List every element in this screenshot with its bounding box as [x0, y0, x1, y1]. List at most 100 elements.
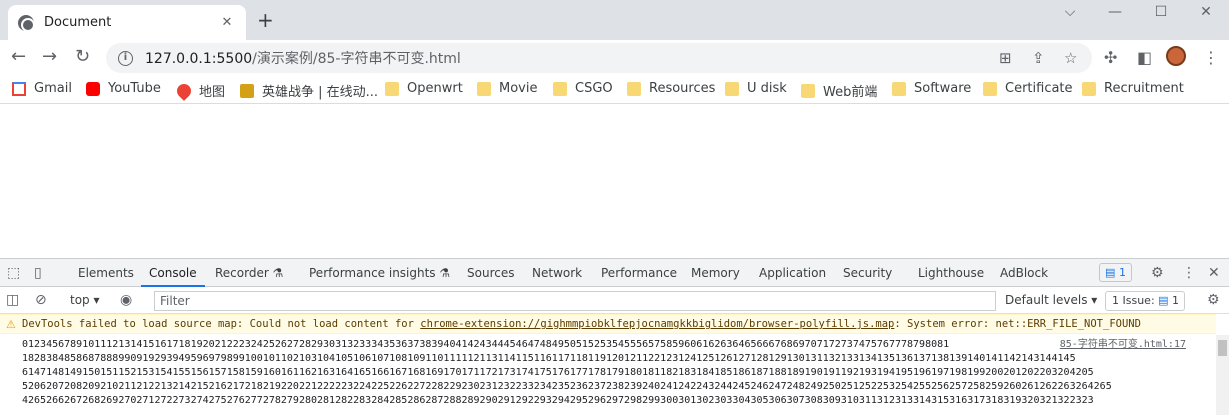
close-tab-icon[interactable]: ✕ — [218, 15, 236, 30]
bookmark-recruitment[interactable]: Recruitment — [1082, 81, 1184, 96]
warning-icon: ⚠ — [6, 318, 16, 331]
address-bar[interactable]: i 127.0.0.1:5500/演示案例/85-字符串不可变.html ⊞ ⇪… — [106, 43, 1092, 73]
folder-icon — [627, 82, 641, 96]
log-line: 4265266267268269270271272273274275276277… — [22, 395, 1094, 406]
tab-security[interactable]: Security — [843, 266, 892, 280]
more-icon[interactable]: ⋮ — [1182, 265, 1196, 281]
live-expression-icon[interactable]: ◉ — [120, 292, 132, 308]
globe-icon — [18, 14, 35, 32]
game-icon — [240, 83, 254, 98]
tab-performance-insights[interactable]: Performance insights ⚗ — [309, 266, 450, 280]
bookmark-label: 地图 — [199, 85, 226, 100]
tab-search-icon[interactable]: ⌵ — [1047, 4, 1093, 20]
folder-icon — [801, 84, 815, 98]
reload-icon[interactable]: ↻ — [75, 48, 90, 66]
console-toolbar: ◫ ⊘ top ▾ ◉ Filter Default levels ▾ 1 Is… — [0, 287, 1229, 314]
bookmark-label: Recruitment — [1104, 81, 1184, 96]
tab-adblock[interactable]: AdBlock — [1000, 266, 1048, 280]
bookmark-udisk[interactable]: U disk — [725, 81, 787, 96]
bookmark-label: U disk — [747, 81, 787, 96]
warning-rest: : System error: net::ERR_FILE_NOT_FOUND — [894, 318, 1141, 330]
close-window-button[interactable]: ✕ — [1183, 4, 1229, 20]
scrollbar-thumb[interactable] — [1218, 340, 1227, 356]
maps-icon — [174, 80, 194, 101]
messages-badge[interactable]: ▤ 1 — [1099, 263, 1132, 282]
back-icon[interactable]: ← — [11, 48, 26, 66]
close-devtools-icon[interactable]: ✕ — [1208, 265, 1220, 281]
settings-icon[interactable]: ⚙ — [1151, 265, 1164, 281]
devtools-tabs: ⬚ ▯ Elements Console Recorder ⚗ Performa… — [0, 259, 1229, 287]
sidebar-toggle-icon[interactable]: ◫ — [6, 292, 19, 308]
bookmarks-bar: Gmail YouTube 地图 英雄战争 | 在线动... Openwrt M… — [0, 76, 1229, 104]
tab-sources[interactable]: Sources — [467, 266, 514, 280]
clear-console-icon[interactable]: ⊘ — [35, 292, 47, 308]
console-settings-icon[interactable]: ⚙ — [1207, 292, 1220, 308]
browser-window: Document ✕ + ⌵ — ☐ ✕ ← → ↻ i 127.0.0.1:5… — [0, 0, 1229, 415]
tab-title: Document — [44, 15, 112, 30]
maximize-button[interactable]: ☐ — [1138, 4, 1184, 20]
bookmark-label: Web前端 — [823, 85, 878, 100]
site-info-icon[interactable]: i — [118, 50, 133, 66]
bookmark-star-icon[interactable]: ☆ — [1064, 49, 1077, 67]
new-tab-button[interactable]: + — [257, 10, 274, 30]
bookmark-youtube[interactable]: YouTube — [86, 81, 161, 96]
bookmark-maps[interactable]: 地图 — [174, 80, 226, 101]
bookmark-csgo[interactable]: CSGO — [553, 81, 613, 96]
tab-console[interactable]: Console — [141, 266, 205, 287]
tab-lighthouse[interactable]: Lighthouse — [918, 266, 984, 280]
console-scrollbar[interactable] — [1216, 335, 1229, 415]
tab-application[interactable]: Application — [759, 266, 826, 280]
translate-icon[interactable]: ⊞ — [999, 49, 1012, 67]
tab-elements[interactable]: Elements — [78, 266, 134, 280]
tab-performance[interactable]: Performance — [601, 266, 677, 280]
side-panel-icon[interactable]: ◧ — [1137, 48, 1152, 67]
issues-label: 1 Issue: — [1112, 294, 1159, 307]
console-log: 0123456789101112131415161718192021222324… — [0, 335, 1216, 415]
log-line: 1828384858687888990919293949596979899100… — [22, 353, 1076, 364]
toolbar: ← → ↻ i 127.0.0.1:5500/演示案例/85-字符串不可变.ht… — [0, 40, 1229, 76]
bookmark-game[interactable]: 英雄战争 | 在线动... — [240, 81, 378, 100]
tab-recorder[interactable]: Recorder ⚗ — [215, 266, 283, 280]
filter-input[interactable]: Filter — [154, 291, 996, 311]
log-levels-dropdown[interactable]: Default levels ▾ — [1005, 293, 1097, 307]
bookmark-label: YouTube — [108, 81, 161, 96]
bookmark-label: CSGO — [575, 81, 613, 96]
inspect-icon[interactable]: ⬚ — [7, 265, 20, 281]
forward-icon[interactable]: → — [42, 48, 57, 66]
warning-link[interactable]: chrome-extension://gighmmpiobklfepjocnam… — [420, 318, 894, 330]
profile-avatar[interactable] — [1166, 46, 1186, 66]
page-content — [0, 104, 1229, 258]
bookmark-movie[interactable]: Movie — [477, 81, 537, 96]
folder-icon — [385, 82, 399, 96]
tab-document[interactable]: Document ✕ — [8, 5, 246, 40]
log-line: 6147148149150151152153154155156157158159… — [22, 367, 1094, 378]
issues-button[interactable]: 1 Issue: ▤ 1 — [1105, 291, 1185, 311]
bookmark-label: Gmail — [34, 81, 72, 96]
tab-memory[interactable]: Memory — [691, 266, 740, 280]
bookmark-openwrt[interactable]: Openwrt — [385, 81, 463, 96]
minimize-button[interactable]: — — [1092, 4, 1138, 20]
messages-count: 1 — [1118, 266, 1126, 279]
gmail-icon — [12, 81, 26, 96]
log-source-link[interactable]: 85-字符串不可变.html:17 — [1053, 338, 1186, 352]
tab-strip: Document ✕ + ⌵ — ☐ ✕ — [0, 0, 1229, 40]
bookmark-resources[interactable]: Resources — [627, 81, 715, 96]
bookmark-label: Movie — [499, 81, 538, 96]
issues-count: 1 — [1172, 294, 1180, 307]
bookmark-gmail[interactable]: Gmail — [12, 81, 72, 96]
bookmark-web[interactable]: Web前端 — [801, 81, 877, 100]
extensions-icon[interactable]: ✣ — [1104, 48, 1117, 67]
url-text[interactable]: 127.0.0.1:5500/演示案例/85-字符串不可变.html — [145, 48, 461, 68]
bookmark-software[interactable]: Software — [892, 81, 971, 96]
bookmark-certificate[interactable]: Certificate — [983, 81, 1073, 96]
url-host: 127.0.0.1:5500 — [145, 51, 253, 67]
device-toolbar-icon[interactable]: ▯ — [34, 265, 42, 281]
bookmark-label: Certificate — [1005, 81, 1073, 96]
folder-icon — [1082, 82, 1096, 96]
bookmark-label: Openwrt — [407, 81, 463, 96]
bookmark-label: Software — [914, 81, 972, 96]
menu-icon[interactable]: ⋮ — [1203, 48, 1219, 67]
tab-network[interactable]: Network — [532, 266, 582, 280]
share-icon[interactable]: ⇪ — [1032, 49, 1045, 67]
context-selector[interactable]: top ▾ — [70, 293, 100, 307]
